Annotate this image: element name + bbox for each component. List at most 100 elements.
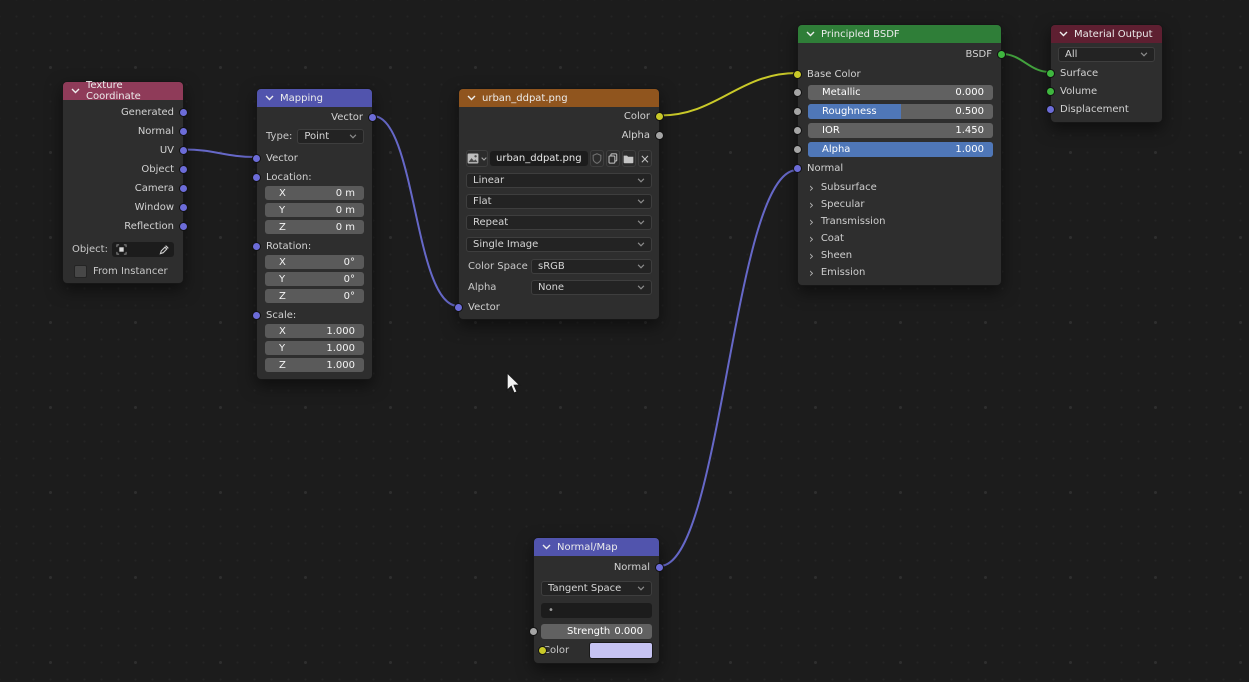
color-space-dropdown[interactable]: sRGB — [531, 259, 652, 274]
projection-dropdown[interactable]: Flat — [466, 194, 652, 209]
color-swatch[interactable] — [589, 642, 653, 659]
location-x-field[interactable]: X0 m — [265, 186, 364, 200]
panel-coat[interactable]: ›Coat — [798, 230, 1001, 247]
socket-vector-in[interactable] — [454, 303, 463, 312]
socket-ior[interactable] — [793, 126, 802, 135]
rotation-y-field[interactable]: Y0° — [265, 272, 364, 286]
dropdown-chevron-icon — [637, 199, 645, 204]
target-dropdown[interactable]: All — [1058, 47, 1155, 62]
collapse-chevron-icon[interactable] — [71, 88, 80, 94]
chevron-right-icon: › — [809, 216, 814, 228]
rotation-z-field[interactable]: Z0° — [265, 289, 364, 303]
node-header[interactable]: Principled BSDF — [798, 25, 1001, 43]
location-z-field[interactable]: Z0 m — [265, 220, 364, 234]
from-instancer-checkbox[interactable] — [74, 265, 87, 278]
image-name-field[interactable]: urban_ddpat.png — [490, 151, 588, 166]
input-normal: Normal — [798, 157, 1001, 179]
socket-vector-out[interactable] — [368, 113, 377, 122]
panel-sheen[interactable]: ›Sheen — [798, 247, 1001, 264]
node-header[interactable]: Mapping — [257, 89, 372, 107]
collapse-chevron-icon[interactable] — [542, 544, 551, 550]
socket-normal[interactable] — [179, 127, 188, 136]
socket-generated[interactable] — [179, 108, 188, 117]
metallic-slider[interactable]: Metallic 0.000 — [808, 85, 993, 100]
rotation-x-field[interactable]: X0° — [265, 255, 364, 269]
node-normal-map: Normal/Map Normal Tangent Space • Streng… — [533, 537, 660, 664]
output-generated: Generated — [63, 103, 183, 122]
socket-strength[interactable] — [529, 627, 538, 636]
collapse-chevron-icon[interactable] — [806, 31, 815, 37]
color-row: Color — [543, 643, 653, 658]
type-label: Type: — [266, 131, 292, 142]
node-header[interactable]: Texture Coordinate — [63, 82, 183, 100]
socket-normal-out[interactable] — [655, 563, 664, 572]
collapse-chevron-icon[interactable] — [1059, 31, 1068, 37]
type-dropdown[interactable]: Point — [297, 129, 364, 144]
roughness-slider[interactable]: Roughness 0.500 — [808, 104, 993, 119]
mouse-cursor — [505, 371, 524, 398]
socket-bsdf-out[interactable] — [997, 50, 1006, 59]
output-camera: Camera — [63, 179, 183, 198]
node-principled-bsdf: Principled BSDF BSDF Base Color Metallic… — [797, 24, 1002, 286]
node-header[interactable]: urban_ddpat.png — [459, 89, 659, 107]
new-image-button[interactable] — [606, 150, 620, 167]
dropdown-chevron-icon — [637, 242, 645, 247]
extension-dropdown[interactable]: Repeat — [466, 215, 652, 230]
panel-specular[interactable]: ›Specular — [798, 196, 1001, 213]
socket-surface[interactable] — [1046, 69, 1055, 78]
interpolation-dropdown[interactable]: Linear — [466, 173, 652, 188]
alpha-row: Alpha 1.000 — [798, 142, 1001, 157]
socket-vector-in[interactable] — [252, 154, 261, 163]
uv-map-field[interactable]: • — [541, 603, 652, 618]
node-header[interactable]: Normal/Map — [534, 538, 659, 556]
ior-slider[interactable]: IOR 1.450 — [808, 123, 993, 138]
socket-color-in[interactable] — [538, 646, 547, 655]
node-editor-canvas[interactable]: Texture Coordinate Generated Normal UV O… — [0, 0, 1249, 682]
socket-location[interactable] — [252, 173, 261, 182]
socket-volume[interactable] — [1046, 87, 1055, 96]
image-datablock-button[interactable] — [466, 150, 488, 167]
collapse-chevron-icon[interactable] — [265, 95, 274, 101]
unlink-image-button[interactable]: × — [638, 150, 652, 167]
socket-reflection[interactable] — [179, 222, 188, 231]
node-header[interactable]: Material Output — [1051, 25, 1162, 43]
scale-z-field[interactable]: Z1.000 — [265, 358, 364, 372]
dropdown-chevron-icon — [481, 157, 487, 161]
socket-metallic[interactable] — [793, 88, 802, 97]
socket-roughness[interactable] — [793, 107, 802, 116]
socket-scale[interactable] — [252, 311, 261, 320]
alpha-mode-row: Alpha None — [468, 280, 652, 295]
strength-slider[interactable]: Strength 0.000 — [541, 624, 652, 639]
eyedropper-icon[interactable] — [159, 244, 170, 255]
alpha-slider[interactable]: Alpha 1.000 — [808, 142, 993, 157]
space-dropdown[interactable]: Tangent Space — [541, 581, 652, 596]
object-field[interactable] — [112, 242, 174, 257]
copy-icon — [608, 153, 618, 164]
socket-window[interactable] — [179, 203, 188, 212]
socket-color-out[interactable] — [655, 112, 664, 121]
location-y-field[interactable]: Y0 m — [265, 203, 364, 217]
input-vector: Vector — [459, 297, 659, 317]
fake-user-button[interactable] — [590, 150, 604, 167]
socket-rotation[interactable] — [252, 242, 261, 251]
socket-camera[interactable] — [179, 184, 188, 193]
panel-emission[interactable]: ›Emission — [798, 264, 1001, 281]
socket-base-color[interactable] — [793, 70, 802, 79]
socket-normal[interactable] — [793, 164, 802, 173]
socket-alpha-out[interactable] — [655, 131, 664, 140]
collapse-chevron-icon[interactable] — [467, 95, 476, 101]
color-space-label: Color Space — [468, 261, 531, 272]
alpha-mode-dropdown[interactable]: None — [531, 280, 652, 295]
panel-subsurface[interactable]: ›Subsurface — [798, 179, 1001, 196]
source-dropdown[interactable]: Single Image — [466, 237, 652, 252]
scale-y-field[interactable]: Y1.000 — [265, 341, 364, 355]
wire-normalmap-to-normal — [660, 170, 797, 566]
open-image-button[interactable] — [622, 150, 636, 167]
socket-uv[interactable] — [179, 146, 188, 155]
socket-object[interactable] — [179, 165, 188, 174]
scale-x-field[interactable]: X1.000 — [265, 324, 364, 338]
panel-transmission[interactable]: ›Transmission — [798, 213, 1001, 230]
socket-displacement[interactable] — [1046, 105, 1055, 114]
socket-alpha[interactable] — [793, 145, 802, 154]
node-title: Principled BSDF — [821, 29, 900, 40]
